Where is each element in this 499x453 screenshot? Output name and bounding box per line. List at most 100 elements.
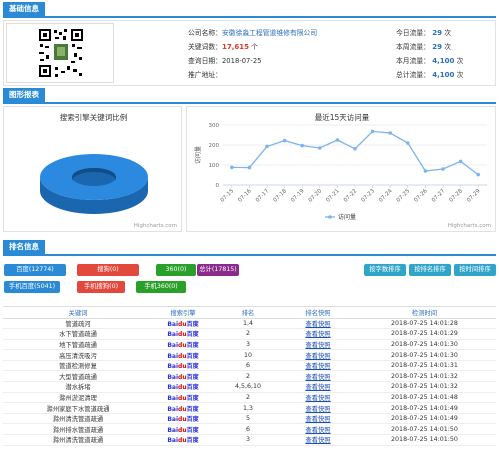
date-value: 2018-07-25: [221, 57, 262, 65]
keyword-cell: 滁州淤泥清理: [3, 392, 153, 404]
data-point: [282, 138, 287, 143]
view-snapshot-link[interactable]: 查看快照: [305, 395, 330, 402]
col-rank-header[interactable]: 排名: [213, 307, 283, 319]
table-row: 管道检测修复 Baidu百度 6 查看快照 2018-07-25 14:01:31: [3, 360, 496, 372]
month-label: 本月流量：: [396, 57, 430, 65]
total-label: 总计流量：: [396, 71, 430, 79]
data-point: [388, 131, 392, 135]
baidu-logo-icon: Baidu百度: [167, 363, 199, 371]
keyword-cell: 潜水拆堵: [3, 381, 153, 393]
rank-cell: 1,4: [213, 318, 283, 330]
filter-mobile-baidu-button[interactable]: 手机百度(5041): [4, 281, 60, 293]
engine-cell: Baidu百度: [153, 423, 213, 436]
engine-cell: Baidu百度: [153, 339, 213, 351]
filter-360-button[interactable]: 360(0): [156, 264, 196, 276]
y-axis-title: 访问量: [194, 146, 202, 164]
data-point: [406, 141, 410, 145]
today-row: 今日流量： 29 次: [396, 27, 451, 37]
qr-code-frame: [6, 23, 114, 83]
snapshot-cell: 查看快照: [283, 349, 353, 361]
engine-cell: Baidu百度: [153, 402, 213, 414]
company-row: 公司名称：安徽徐淼工程管道维修有限公司: [188, 27, 317, 37]
engine-cell: Baidu百度: [153, 434, 213, 446]
data-point: [476, 172, 481, 177]
engine-cell: Baidu百度: [153, 413, 213, 425]
table-row: 地下管道疏通 Baidu百度 3 查看快照 2018-07-25 14:01:30: [3, 339, 496, 351]
baidu-logo-icon: Baidu百度: [167, 320, 199, 328]
line-chart-panel: 最近15天访问量 0 100 200 300 访问量 07-15 07-16 07-17 07-…: [186, 106, 496, 232]
snapshot-cell: 查看快照: [283, 370, 353, 383]
month-value: 4,100: [432, 57, 455, 65]
pie-credits: Highcharts.com: [133, 223, 177, 229]
baidu-logo-icon: Baidu百度: [167, 405, 199, 413]
baidu-logo-icon: Baidu百度: [167, 426, 199, 434]
sort-rank-button[interactable]: 按排名排序: [409, 264, 451, 276]
rank-cell: 2: [213, 370, 283, 383]
x-tick-label: 07-25: [396, 188, 412, 204]
today-unit: 次: [444, 29, 451, 37]
x-tick-label: 07-19: [290, 188, 306, 204]
today-value: 29: [432, 29, 442, 37]
view-snapshot-link[interactable]: 查看快照: [305, 416, 330, 423]
view-snapshot-link[interactable]: 查看快照: [305, 363, 330, 370]
col-keyword-header[interactable]: 关键词: [3, 307, 153, 319]
series-line: [231, 130, 479, 176]
time-cell: 2018-07-25 14:01:28: [353, 318, 496, 330]
keyword-cell: 地下管道疏通: [3, 339, 153, 351]
basic-info-title: 基础信息: [3, 2, 45, 16]
x-tick-label: 07-22: [343, 188, 359, 204]
col-snapshot-header[interactable]: 排名快照: [283, 307, 353, 319]
filter-total-button[interactable]: 总计(17815): [197, 264, 239, 276]
view-snapshot-link[interactable]: 查看快照: [305, 437, 330, 444]
keyword-cell: 大型管道疏通: [3, 370, 153, 383]
data-point: [423, 169, 428, 173]
view-snapshot-link[interactable]: 查看快照: [305, 331, 330, 338]
col-engine-header[interactable]: 搜索引擎: [153, 307, 213, 319]
baidu-logo-icon: Baidu百度: [167, 331, 199, 339]
view-snapshot-link[interactable]: 查看快照: [305, 406, 330, 413]
y-tick-label: 300: [209, 123, 220, 129]
line-credits: Highcharts.com: [447, 223, 491, 229]
time-cell: 2018-07-25 14:01:30: [353, 339, 496, 351]
engine-cell: Baidu百度: [153, 392, 213, 404]
ranking-table-wrap: 关键词 搜索引擎 排名 排名快照 检测时间 管道疏河 Baidu百度 1,4 查看快照…: [3, 306, 496, 452]
keyword-cell: 滁州清洗管道疏通: [3, 434, 153, 446]
filter-baidu-button[interactable]: 百度(12774): [4, 264, 66, 276]
company-value[interactable]: 安徽徐淼工程管道维修有限公司: [222, 29, 317, 37]
view-snapshot-link[interactable]: 查看快照: [305, 384, 330, 391]
filter-mobile-360-button[interactable]: 手机360(0): [136, 281, 186, 293]
view-snapshot-link[interactable]: 查看快照: [305, 353, 330, 360]
site-row: 推广地址：: [188, 69, 222, 79]
rank-cell: 5: [213, 413, 283, 425]
table-header-row: 关键词 搜索引擎 排名 排名快照 检测时间: [3, 307, 496, 319]
basic-info-header: 基础信息: [3, 2, 496, 18]
baidu-logo-icon: Baidu百度: [167, 416, 199, 424]
keywords-value: 17,615: [221, 43, 249, 51]
col-time-header[interactable]: 检测时间: [353, 307, 496, 319]
view-snapshot-link[interactable]: 查看快照: [305, 427, 330, 434]
filter-mobile-sogou-button[interactable]: 手机搜狗(0): [77, 281, 125, 293]
time-cell: 2018-07-25 14:01:50: [353, 434, 496, 446]
sort-keyword-button[interactable]: 按字数排序: [364, 264, 406, 276]
view-snapshot-link[interactable]: 查看快照: [305, 374, 330, 381]
engine-cell: Baidu百度: [153, 381, 213, 393]
pie-chart-panel: 搜索引擎关键词比例 Highcharts.com: [3, 106, 182, 232]
view-snapshot-link[interactable]: 查看快照: [305, 342, 330, 349]
keyword-cell: 滁州清洗管道疏通: [3, 413, 153, 425]
charts-title: 图形报表: [3, 88, 45, 102]
ranking-header: 排名信息: [3, 240, 496, 256]
charts-header: 图形报表: [3, 88, 496, 104]
legend-marker: [328, 215, 332, 219]
sort-time-button[interactable]: 按时间排序: [454, 264, 496, 276]
filter-sogou-button[interactable]: 搜狗(0): [77, 264, 139, 276]
table-row: 滁州清洗管道疏通 Baidu百度 5 查看快照 2018-07-25 14:01:49: [3, 413, 496, 425]
qr-code-icon: [37, 27, 85, 79]
y-tick-label: 200: [209, 143, 220, 149]
rank-cell: 10: [213, 349, 283, 361]
x-tick-label: 07-15: [220, 188, 236, 204]
engine-cell: Baidu百度: [153, 360, 213, 372]
table-row: 潜水拆堵 Baidu百度 4,5,6,10 查看快照 2018-07-25 14:01:…: [3, 381, 496, 393]
time-cell: 2018-07-25 14:01:49: [353, 413, 496, 425]
view-snapshot-link[interactable]: 查看快照: [305, 321, 330, 328]
baidu-logo-icon: Baidu百度: [167, 341, 199, 349]
